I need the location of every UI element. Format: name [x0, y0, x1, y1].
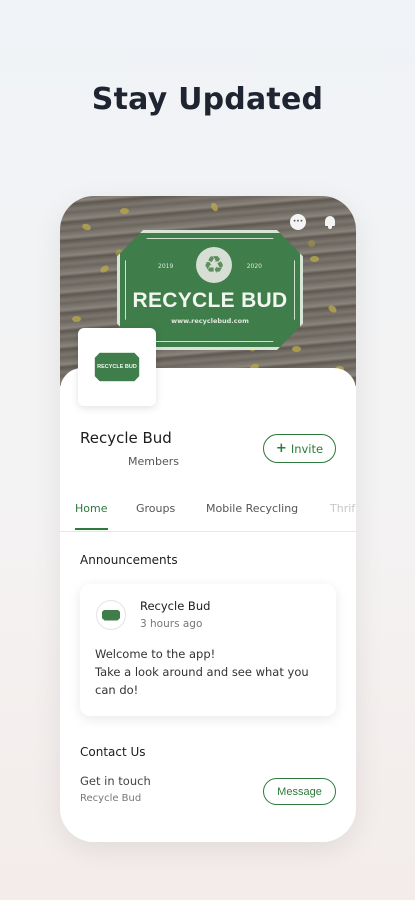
post-author: Recycle Bud	[140, 599, 211, 613]
announcements-title: Announcements	[80, 553, 178, 567]
active-tab-indicator	[75, 528, 108, 530]
tab-groups[interactable]: Groups	[136, 502, 175, 515]
sign-title: RECYCLE BUD	[132, 289, 288, 312]
bell-icon[interactable]	[322, 214, 338, 230]
page-headline: Stay Updated	[91, 82, 324, 117]
chat-icon[interactable]: ···	[290, 214, 306, 230]
announcement-card[interactable]: Recycle Bud 3 hours ago Welcome to the a…	[80, 584, 336, 716]
invite-label: Invite	[290, 441, 324, 456]
sign-year-left: 2019	[158, 263, 174, 270]
group-logo-text: RECYCLE BUD	[94, 352, 140, 382]
post-avatar	[96, 600, 126, 630]
sign-url: www.recyclebud.com	[171, 317, 249, 325]
message-button[interactable]: Message	[263, 778, 336, 805]
phone-frame: 2019 2020 ♻ RECYCLE BUD www.recyclebud.c…	[60, 196, 356, 842]
sign-year-right: 2020	[246, 263, 262, 270]
post-body: Welcome to the app! Take a look around a…	[95, 647, 309, 697]
post-timestamp: 3 hours ago	[140, 618, 203, 630]
tab-bar: Home Groups Mobile Recycling Thrif	[60, 496, 356, 532]
members-label[interactable]: Members	[128, 455, 179, 468]
contact-title: Contact Us	[80, 745, 146, 759]
plus-icon: +	[275, 441, 287, 456]
invite-button[interactable]: + Invite	[263, 434, 336, 463]
recycle-icon: ♻	[196, 247, 232, 283]
tab-mobile-recycling[interactable]: Mobile Recycling	[206, 502, 298, 515]
contact-subtitle: Get in touch	[80, 774, 151, 788]
contact-name: Recycle Bud	[80, 793, 142, 804]
group-name: Recycle Bud	[80, 429, 172, 447]
tab-thrift[interactable]: Thrif	[330, 502, 355, 515]
tab-home[interactable]: Home	[75, 502, 107, 515]
group-logo: RECYCLE BUD	[78, 328, 156, 406]
